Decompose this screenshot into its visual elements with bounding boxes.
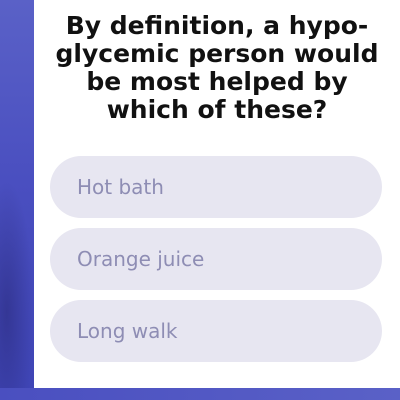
answer-option-hot-bath[interactable]: Hot bath xyxy=(50,156,382,218)
answer-option-label: Orange juice xyxy=(77,247,205,271)
background-accent-bottom xyxy=(0,388,400,400)
answer-option-label: Long walk xyxy=(77,319,178,343)
answer-option-label: Hot bath xyxy=(77,175,164,199)
answer-option-orange-juice[interactable]: Orange juice xyxy=(50,228,382,290)
question-text: By definition, a hypo-glycemic person wo… xyxy=(55,11,379,124)
background-accent-strip xyxy=(0,0,34,400)
answer-option-long-walk[interactable]: Long walk xyxy=(50,300,382,362)
